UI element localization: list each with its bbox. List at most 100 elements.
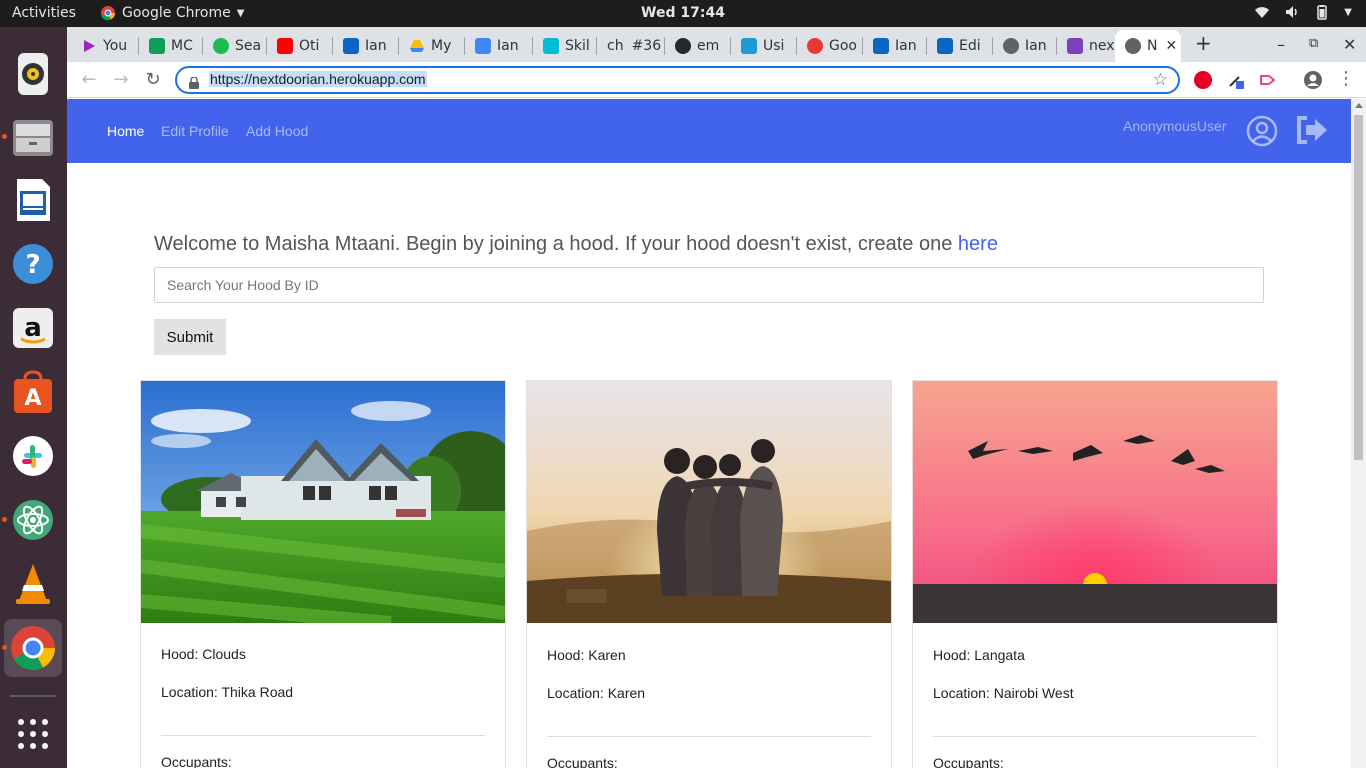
app-menu[interactable]: Google Chrome ▼ <box>100 5 244 21</box>
chrome-menu-icon[interactable]: ⋮ <box>1337 68 1355 89</box>
slack-icon[interactable] <box>10 433 56 479</box>
maximize-button[interactable]: ⧉ <box>1309 36 1318 51</box>
activities-button[interactable]: Activities <box>12 5 76 21</box>
battery-icon <box>1314 4 1330 20</box>
tab-using[interactable]: Usi <box>731 30 795 62</box>
hood-card[interactable]: Hood: Karen Location: Karen Occupants: <box>526 380 892 768</box>
share-extension-icon[interactable] <box>1259 71 1277 89</box>
github-icon <box>675 38 691 54</box>
new-tab-button[interactable]: + <box>1195 31 1212 55</box>
chevron-down-icon: ▼ <box>236 7 245 19</box>
page-viewport: Home Edit Profile Add Hood AnonymousUser… <box>67 99 1351 768</box>
bookmark-star-icon[interactable]: ☆ <box>1153 70 1168 90</box>
url-text[interactable]: https://nextdoorian.herokuapp.com <box>209 71 427 87</box>
files-icon[interactable] <box>10 114 56 160</box>
minimize-button[interactable]: – <box>1277 35 1285 54</box>
user-circle-icon[interactable] <box>1246 115 1278 147</box>
pinterest-extension-icon[interactable] <box>1194 71 1212 89</box>
dock-separator <box>10 695 56 697</box>
tab-label: You <box>103 38 128 54</box>
site-icon <box>741 38 757 54</box>
profile-icon[interactable] <box>1303 70 1323 90</box>
system-tray[interactable]: ▼ <box>1254 4 1352 20</box>
tab-label: N <box>1147 38 1158 54</box>
f-icon <box>807 38 823 54</box>
software-center-icon[interactable]: A <box>10 369 56 415</box>
username-label[interactable]: AnonymousUser <box>1123 118 1227 134</box>
forward-button[interactable]: → <box>109 68 133 92</box>
tab-label: Sea <box>235 38 262 54</box>
hood-search-input[interactable] <box>154 267 1264 303</box>
nav-home[interactable]: Home <box>107 123 144 139</box>
spotify-icon <box>213 38 229 54</box>
show-applications-icon[interactable] <box>10 711 56 757</box>
tab-heroku[interactable]: nex <box>1057 30 1115 62</box>
chrome-icon <box>100 5 116 21</box>
globe-icon <box>1125 38 1141 54</box>
app-name: Google Chrome <box>122 5 231 21</box>
rhythmbox-icon[interactable] <box>10 51 56 97</box>
tab-otile[interactable]: Oti <box>267 30 331 62</box>
tab-youtube[interactable]: You <box>71 30 137 62</box>
chrome-running-dot <box>2 645 7 650</box>
tab-linkedin-2[interactable]: Ian <box>863 30 925 62</box>
libreoffice-impress-icon[interactable] <box>10 177 56 223</box>
page-scrollbar[interactable] <box>1351 99 1366 768</box>
hood-occupants: Occupants: <box>161 754 232 768</box>
globe-icon <box>1003 38 1019 54</box>
nav-add-hood[interactable]: Add Hood <box>246 123 308 139</box>
site-navbar: Home Edit Profile Add Hood AnonymousUser <box>67 99 1351 163</box>
back-button[interactable]: ← <box>77 68 101 92</box>
system-top-bar: Activities Google Chrome ▼ Wed 17:44 ▼ <box>0 0 1366 27</box>
linkedin-icon <box>873 38 889 54</box>
create-hood-link[interactable]: here <box>958 233 998 255</box>
welcome-text: Welcome to Maisha Mtaani. Begin by joini… <box>154 233 958 255</box>
tab-google-forms[interactable]: Goo <box>797 30 861 62</box>
sheets-icon <box>149 38 165 54</box>
tab-drive[interactable]: My <box>399 30 463 62</box>
help-icon[interactable]: ? <box>10 241 56 287</box>
ch-prefix: ch <box>607 38 624 54</box>
scroll-up-arrow-icon[interactable] <box>1355 103 1363 108</box>
hood-card[interactable]: Hood: Clouds Location: Thika Road Occupa… <box>140 380 506 768</box>
tab-label: Skil <box>565 38 590 54</box>
svg-text:a: a <box>24 313 42 343</box>
tab-label: My <box>431 38 452 54</box>
tab-ian-globe[interactable]: Ian <box>993 30 1055 62</box>
nav-edit-profile[interactable]: Edit Profile <box>161 123 229 139</box>
tab-skills[interactable]: Skil <box>533 30 595 62</box>
reload-button[interactable]: ↻ <box>141 68 165 92</box>
files-running-dot <box>2 134 7 139</box>
atom-icon[interactable] <box>10 497 56 543</box>
submit-button[interactable]: Submit <box>154 319 226 355</box>
drive-icon <box>409 38 425 54</box>
tab-search[interactable]: Sea <box>203 30 265 62</box>
j-icon <box>543 38 559 54</box>
tab-label: Ian <box>365 38 387 54</box>
tab-github[interactable]: em <box>665 30 729 62</box>
tab-linkedin-1[interactable]: Ian <box>333 30 397 62</box>
vlc-icon[interactable] <box>10 561 56 607</box>
tab-docs[interactable]: Ian <box>465 30 531 62</box>
tab-linkedin-edit[interactable]: Edi <box>927 30 991 62</box>
close-tab-icon[interactable]: ✕ <box>1165 38 1177 54</box>
close-window-button[interactable]: ✕ <box>1343 35 1356 54</box>
hood-occupants: Occupants: <box>933 755 1004 768</box>
hood-card[interactable]: Hood: Langata Location: Nairobi West Occ… <box>912 380 1278 768</box>
tab-mc[interactable]: MC <box>139 30 201 62</box>
address-bar[interactable]: https://nextdoorian.herokuapp.com ☆ <box>175 66 1180 94</box>
welcome-message: Welcome to Maisha Mtaani. Begin by joini… <box>154 233 998 256</box>
tab-label: Ian <box>1025 38 1047 54</box>
eyedropper-extension-icon[interactable] <box>1227 71 1245 89</box>
scrollbar-thumb[interactable] <box>1354 115 1363 460</box>
svg-text:A: A <box>24 386 41 411</box>
tab-active-current[interactable]: N ✕ <box>1115 30 1181 62</box>
chrome-dock-icon[interactable] <box>4 619 62 677</box>
tab-label: #36 <box>631 38 662 54</box>
tab-label: Ian <box>895 38 917 54</box>
logout-icon[interactable] <box>1295 115 1329 145</box>
amazon-icon[interactable]: a <box>10 305 56 351</box>
tab-issue-36[interactable]: ch #36 <box>597 30 663 62</box>
svg-text:?: ? <box>25 250 40 280</box>
browser-toolbar: ← → ↻ https://nextdoorian.herokuapp.com … <box>67 62 1366 98</box>
